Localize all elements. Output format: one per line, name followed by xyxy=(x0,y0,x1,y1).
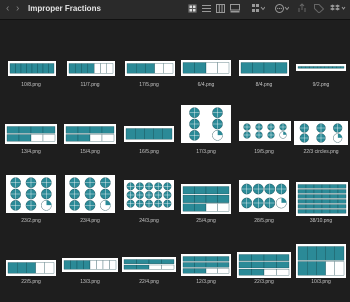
gallery-view-icon[interactable] xyxy=(230,4,240,13)
file-grid: 10/8.png 11/7.png 17/5.png 6/4.png 8/4.png 9/… xyxy=(0,20,350,293)
file-name-label: 24/3.png xyxy=(139,218,159,224)
file-thumbnail[interactable] xyxy=(181,254,231,276)
file-name-label: 8/4.png xyxy=(255,82,273,88)
file-name-label: 10/8.png xyxy=(21,82,41,88)
file-item[interactable]: 6/4.png xyxy=(177,36,235,102)
window-title: Improper Fractions xyxy=(28,4,101,13)
file-item[interactable]: 28/5.png xyxy=(235,172,293,238)
file-item[interactable]: 38/10.png xyxy=(292,172,350,238)
list-view-icon[interactable] xyxy=(202,4,211,13)
file-name-label: 22/5.png xyxy=(21,279,41,285)
file-thumbnail[interactable] xyxy=(181,105,231,143)
tag-icon[interactable] xyxy=(314,4,324,13)
file-item[interactable]: 10/3.png xyxy=(292,236,350,302)
file-name-label: 25/4.png xyxy=(196,218,216,224)
file-name-label: 11/7.png xyxy=(80,82,100,88)
file-name-label: 38/10.png xyxy=(309,218,333,224)
file-name-label: 9/2.png xyxy=(312,82,330,88)
file-item[interactable]: 25/4.png xyxy=(177,172,235,238)
file-name-label: 19/5.png xyxy=(254,149,274,155)
file-name-label: 10/3.png xyxy=(311,279,331,285)
chevron-left-icon[interactable]: ‹ xyxy=(6,3,9,14)
file-item[interactable]: 16/5.png xyxy=(120,103,178,169)
file-item[interactable]: 23/2.png xyxy=(2,172,60,238)
file-thumbnail[interactable] xyxy=(124,180,174,210)
file-item[interactable]: 22/5.png xyxy=(2,236,60,302)
file-item[interactable]: 17/5.png xyxy=(120,36,178,102)
file-thumbnail[interactable] xyxy=(296,64,346,71)
file-thumbnail[interactable] xyxy=(296,244,346,278)
grid-view-icon[interactable] xyxy=(188,4,197,13)
action-icon[interactable] xyxy=(275,4,289,13)
file-item[interactable]: 24/3.png xyxy=(120,172,178,238)
file-name-label: 23/4.png xyxy=(80,218,100,224)
file-name-label: 16/5.png xyxy=(139,149,159,155)
group-icon[interactable] xyxy=(252,4,265,13)
file-item[interactable]: 10/8.png xyxy=(2,36,60,102)
file-thumbnail[interactable] xyxy=(239,60,289,76)
file-name-label: 17/3.png xyxy=(196,149,216,155)
file-thumbnail[interactable] xyxy=(125,61,175,76)
file-item[interactable]: 17/3.png xyxy=(177,103,235,169)
file-name-label: 12/3.png xyxy=(196,279,216,285)
file-item[interactable]: 11/7.png xyxy=(61,36,119,102)
file-item[interactable]: 13/3.png xyxy=(61,236,119,302)
file-name-label: 17/5.png xyxy=(139,82,159,88)
file-item[interactable]: 9/2.png xyxy=(292,36,350,102)
file-thumbnail[interactable] xyxy=(237,252,291,278)
file-item[interactable]: 23/4.png xyxy=(61,172,119,238)
file-name-label: 6/4.png xyxy=(197,82,215,88)
file-thumbnail[interactable] xyxy=(239,121,291,141)
file-thumbnail[interactable] xyxy=(181,60,231,76)
file-item[interactable]: 12/3.png xyxy=(177,236,235,302)
file-name-label: 13/3.png xyxy=(80,279,100,285)
file-thumbnail[interactable] xyxy=(5,124,57,144)
file-item[interactable]: 19/5.png xyxy=(235,103,293,169)
dropbox-icon[interactable] xyxy=(330,4,346,13)
share-icon[interactable] xyxy=(298,3,306,12)
file-item[interactable]: 22/3 circles.png xyxy=(292,103,350,169)
file-thumbnail[interactable] xyxy=(65,175,115,213)
file-thumbnail[interactable] xyxy=(67,61,115,76)
file-thumbnail[interactable] xyxy=(239,180,289,212)
file-item[interactable]: 22/3.png xyxy=(235,236,293,302)
file-item[interactable]: 22/4.png xyxy=(120,236,178,302)
file-thumbnail[interactable] xyxy=(62,258,118,272)
file-thumbnail[interactable] xyxy=(6,175,56,213)
file-thumbnail[interactable] xyxy=(122,257,176,272)
file-name-label: 22/3 circles.png xyxy=(303,149,339,155)
file-thumbnail[interactable] xyxy=(124,126,174,142)
file-thumbnail[interactable] xyxy=(8,61,56,76)
file-name-label: 23/2.png xyxy=(21,218,41,224)
column-view-icon[interactable] xyxy=(216,4,225,13)
file-thumbnail[interactable] xyxy=(6,260,56,276)
file-item[interactable]: 8/4.png xyxy=(235,36,293,102)
file-name-label: 22/3.png xyxy=(254,279,274,285)
chevron-right-icon[interactable]: › xyxy=(16,3,19,14)
file-thumbnail[interactable] xyxy=(181,184,231,214)
file-thumbnail[interactable] xyxy=(294,121,348,145)
file-name-label: 15/4.png xyxy=(80,149,100,155)
finder-toolbar: ‹ › Improper Fractions xyxy=(0,0,350,20)
file-name-label: 28/5.png xyxy=(254,218,274,224)
file-thumbnail[interactable] xyxy=(296,182,348,216)
file-thumbnail[interactable] xyxy=(64,124,116,144)
file-name-label: 22/4.png xyxy=(139,279,159,285)
file-name-label: 13/4.png xyxy=(21,149,41,155)
file-item[interactable]: 13/4.png xyxy=(2,103,60,169)
file-item[interactable]: 15/4.png xyxy=(61,103,119,169)
